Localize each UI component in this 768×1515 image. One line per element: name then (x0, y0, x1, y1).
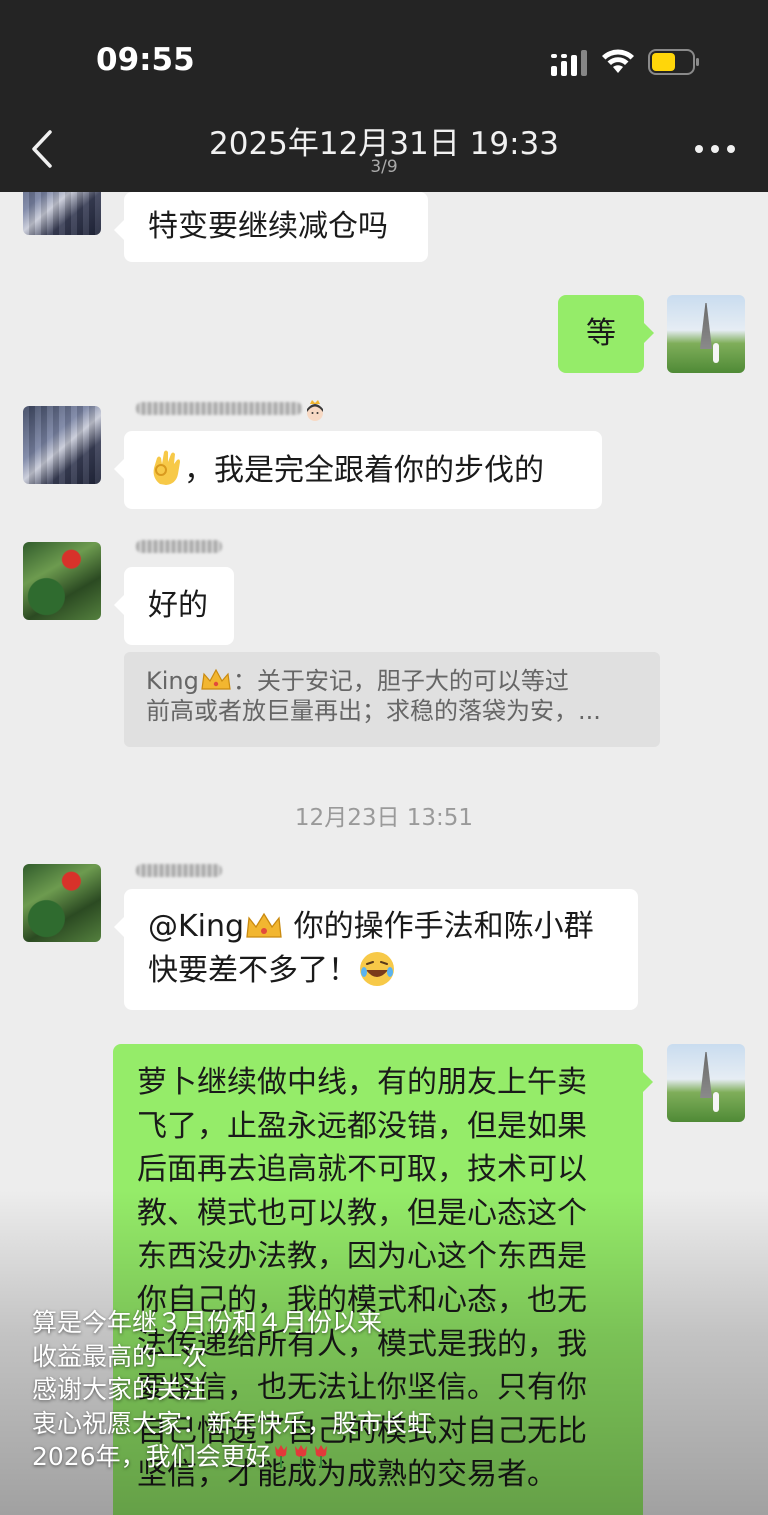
avatar[interactable] (23, 864, 101, 942)
message-bubble[interactable]: 特变要继续减仓吗 (114, 192, 428, 262)
laughing-crying-emoji-icon (360, 952, 394, 986)
my-avatar[interactable] (667, 295, 745, 373)
story-caption: 算是今年继３月份和４月份以来 收益最高的一次 感谢大家的关注 衷心祝愿大家：新年… (32, 1306, 732, 1474)
message-text: ，我是完全跟着你的步伐的 (184, 453, 544, 488)
quote-line-1: King ：关于安记，胆子大的可以等过 (146, 666, 638, 696)
chat-timestamp: 12月23日 13:51 (294, 805, 474, 831)
caption-line: 收益最高的一次 (32, 1341, 208, 1371)
quote-line-2: 前高或者放巨量再出；求稳的落袋为安，... (146, 697, 601, 725)
person-figure (713, 1092, 719, 1112)
signal-icon (551, 50, 587, 76)
tower-figure (700, 303, 712, 349)
crown-emoji-icon (201, 668, 231, 690)
message-bubble[interactable]: ，我是完全跟着你的步伐的 (114, 431, 602, 509)
message-text: 你的操作手法和陈小群 (284, 909, 594, 944)
caption-text: 2026年，我们会更好 (32, 1442, 271, 1471)
quoted-reply[interactable]: King ：关于安记，胆子大的可以等过 前高或者放巨量再出；求稳的落袋为安，..… (124, 652, 660, 747)
status-time: 09:55 (96, 42, 195, 78)
wifi-icon (602, 49, 634, 73)
quote-sender-name: King (146, 667, 199, 695)
queen-emoji-icon (307, 400, 323, 421)
message-line: 飞了，止盈永远都没错，但是如果 (137, 1108, 587, 1144)
top-bar: 09:55 2025年12月31日 19:33 3/9 (0, 0, 768, 192)
message-text: 特变要继续减仓吗 (148, 209, 388, 244)
my-avatar[interactable] (667, 1044, 745, 1122)
tulip-icon (294, 1445, 307, 1468)
message-bubble[interactable]: @King 你的操作手法和陈小群 快要差不多了！ (114, 889, 638, 1010)
message-text: 好的 (148, 588, 208, 623)
caption-line: 算是今年继３月份和４月份以来 (32, 1308, 383, 1337)
sender-name-blurred (136, 864, 222, 877)
avatar[interactable] (23, 542, 101, 620)
message-line: 萝卜继续做中线，有的朋友上午卖 (137, 1065, 587, 1100)
caption-line: 2026年，我们会更好 (32, 1440, 732, 1474)
sender-name-blurred (136, 540, 222, 553)
page-indicator: 3/9 (370, 157, 398, 177)
message-line: 东西没办法教，因为心这个东西是 (137, 1239, 587, 1275)
message-text: 快要差不多了！ (148, 953, 358, 988)
mention-text[interactable]: @King (148, 909, 244, 944)
quote-text: ：关于安记，胆子大的可以等过 (232, 667, 569, 695)
message-text: 等 (586, 316, 616, 351)
message-line-1: @King 你的操作手法和陈小群 (148, 905, 614, 949)
my-message-bubble[interactable]: 等 (558, 295, 654, 373)
person-figure (713, 343, 719, 363)
message-bubble[interactable]: 好的 (114, 567, 234, 645)
caption-line: 感谢大家的关注 (32, 1375, 208, 1404)
tulip-icon (314, 1445, 327, 1468)
caption-line: 衷心祝愿大家：新年快乐，股市长虹 (32, 1408, 433, 1438)
avatar[interactable] (23, 406, 101, 484)
message-line: 后面再去追高就不可取，技术可以 (137, 1152, 587, 1188)
battery-icon (648, 49, 699, 75)
message-line: 教、模式也可以教，但是心态这个 (137, 1195, 587, 1231)
avatar[interactable] (23, 192, 101, 235)
more-dots-icon[interactable] (692, 138, 738, 160)
ok-hand-emoji-icon (153, 450, 180, 485)
tower-figure (700, 1052, 712, 1098)
crown-emoji-icon (246, 912, 282, 938)
message-line-2: 快要差不多了！ (148, 949, 614, 993)
tulip-icon (274, 1445, 287, 1468)
sender-name-blurred (136, 402, 302, 415)
